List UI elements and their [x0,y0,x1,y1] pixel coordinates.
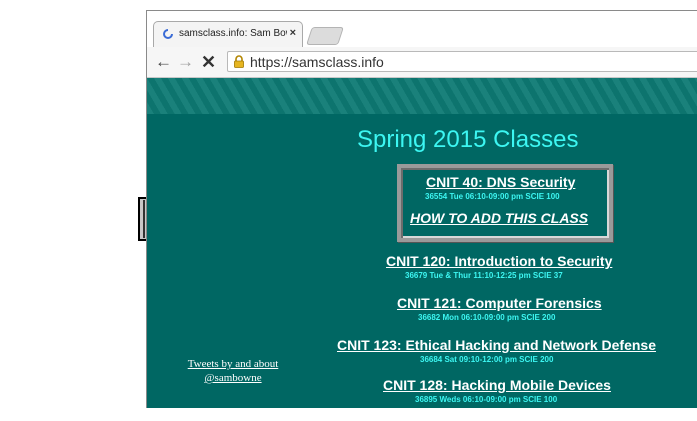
featured-course-title[interactable]: CNIT 40: DNS Security [426,174,575,190]
page-heading: Spring 2015 Classes [357,126,579,153]
stop-icon[interactable]: ✕ [201,52,216,72]
browser-toolbar: ← → ✕ https://samsclass.info [147,47,697,78]
course-title-cnit123[interactable]: CNIT 123: Ethical Hacking and Network De… [337,337,656,353]
how-to-add-class-link[interactable]: HOW TO ADD THIS CLASS [410,210,588,226]
browser-window: samsclass.info: Sam Bowne × ← → ✕ https:… [146,10,697,408]
forward-arrow-icon[interactable]: → [177,52,194,72]
tab-strip: samsclass.info: Sam Bowne × [147,11,697,47]
twitter-link-line2: @sambowne [204,372,262,384]
course-title-cnit120[interactable]: CNIT 120: Introduction to Security [386,253,612,269]
tab-title: samsclass.info: Sam Bowne [179,28,287,39]
course-title-cnit128[interactable]: CNIT 128: Hacking Mobile Devices [383,377,611,393]
twitter-link[interactable]: Tweets by and about @sambowne [183,357,283,385]
back-arrow-icon[interactable]: ← [155,52,172,72]
course-detail-cnit128: 36895 Weds 06:10-09:00 pm SCIE 100 [415,395,558,404]
lock-icon [234,55,244,68]
featured-course-detail: 36554 Tue 06:10-09:00 pm SCIE 100 [425,192,560,201]
header-banner [147,78,697,114]
twitter-link-line1: Tweets by and about [187,358,279,370]
browser-tab[interactable]: samsclass.info: Sam Bowne × [153,21,303,47]
course-detail-cnit123: 36684 Sat 09:10-12:00 pm SCIE 200 [420,355,554,364]
tab-close-icon[interactable]: × [290,27,296,39]
page-content: Spring 2015 Classes CNIT 40: DNS Securit… [147,78,697,408]
featured-course-box: CNIT 40: DNS Security 36554 Tue 06:10-09… [397,164,613,242]
loading-spinner-icon [163,29,173,39]
address-bar[interactable]: https://samsclass.info [227,51,697,72]
new-tab-button[interactable] [306,27,344,45]
course-detail-cnit120: 36679 Tue & Thur 11:10-12:25 pm SCIE 37 [405,271,563,280]
course-title-cnit121[interactable]: CNIT 121: Computer Forensics [397,295,602,311]
course-detail-cnit121: 36682 Mon 06:10-09:00 pm SCIE 200 [418,313,556,322]
url-text: https://samsclass.info [250,54,384,70]
